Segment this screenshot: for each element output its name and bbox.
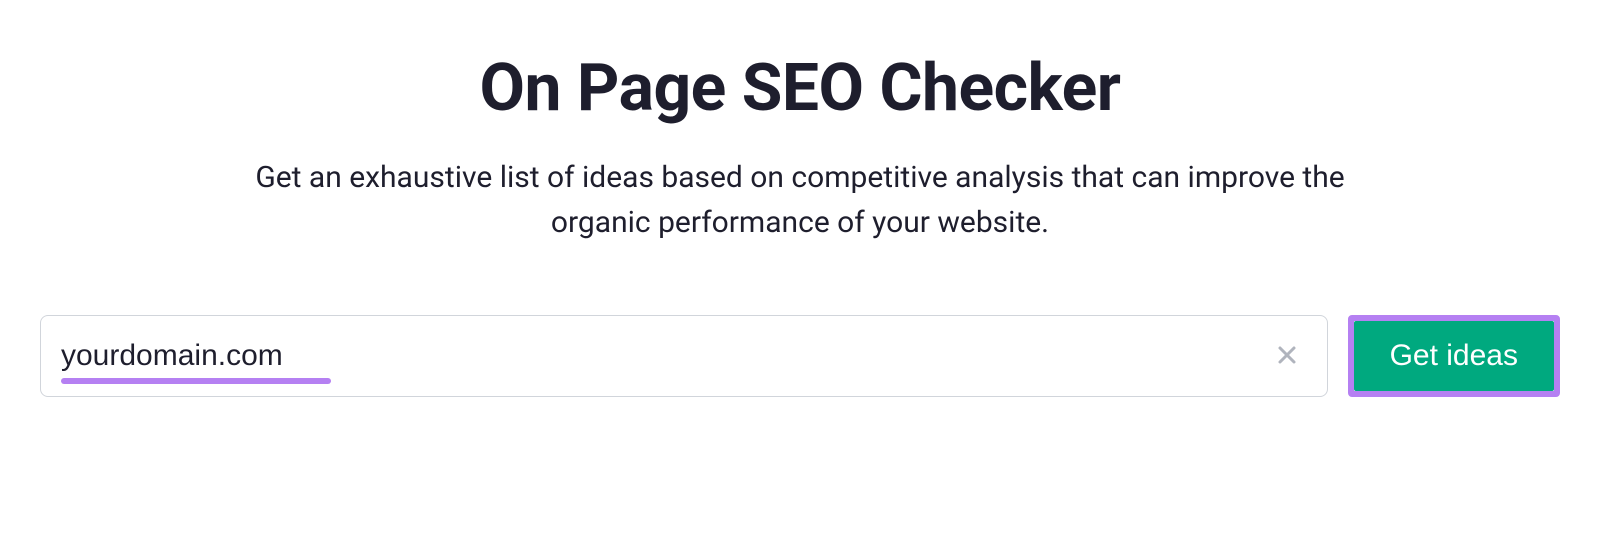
close-icon (1275, 343, 1299, 370)
domain-input-wrapper (40, 315, 1328, 397)
search-row: Get ideas (40, 315, 1560, 397)
clear-button[interactable] (1267, 335, 1307, 378)
submit-highlight-wrapper: Get ideas (1348, 315, 1560, 397)
page-subtitle: Get an exhaustive list of ideas based on… (250, 155, 1350, 245)
domain-input[interactable] (61, 316, 1267, 396)
get-ideas-button[interactable]: Get ideas (1354, 321, 1554, 391)
page-title: On Page SEO Checker (40, 50, 1560, 127)
highlight-underline (61, 378, 331, 384)
seo-checker-header: On Page SEO Checker Get an exhaustive li… (40, 50, 1560, 397)
